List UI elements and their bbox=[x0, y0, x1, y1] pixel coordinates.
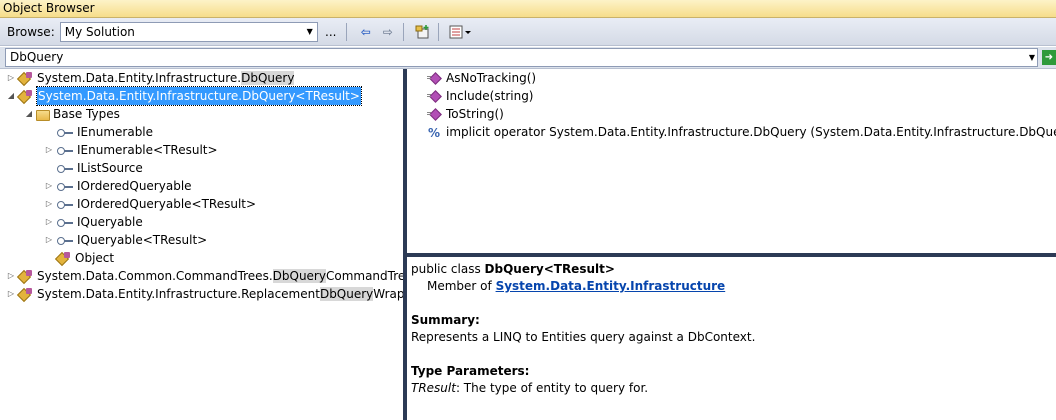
expand-arrow-icon[interactable]: ▷ bbox=[44, 213, 54, 231]
expand-arrow-icon[interactable]: ▷ bbox=[44, 195, 54, 213]
toolbar-separator bbox=[402, 22, 404, 41]
declaration-line: public class DbQuery<TResult> bbox=[411, 262, 615, 276]
class-icon bbox=[18, 88, 34, 104]
tree-node-label: System.Data.Entity.Infrastructure.DbQuer… bbox=[36, 86, 362, 106]
tree-node-dbquerycommandtree[interactable]: ▷ System.Data.Common.CommandTrees.DbQuer… bbox=[6, 267, 403, 285]
summary-label: Summary: bbox=[411, 313, 480, 327]
objects-tree: ▷ System.Data.Entity.Infrastructure.DbQu… bbox=[0, 69, 403, 420]
expand-arrow-icon[interactable]: ▷ bbox=[44, 177, 54, 195]
member-label: ToString() bbox=[446, 107, 504, 121]
toolbar: Browse: My Solution ▼ ... ⇦ ⇨ bbox=[0, 18, 1056, 46]
tree-node-iorderedqueryable[interactable]: ▷ IOrderedQueryable bbox=[44, 177, 192, 195]
method-icon bbox=[427, 89, 443, 103]
back-arrow-icon[interactable]: ⇦ bbox=[357, 22, 375, 42]
interface-icon bbox=[56, 178, 74, 194]
expand-arrow-icon[interactable]: ▷ bbox=[44, 141, 54, 159]
window-title: Object Browser bbox=[0, 0, 1056, 18]
add-to-references-icon[interactable] bbox=[414, 22, 432, 42]
type-params-label: Type Parameters: bbox=[411, 364, 530, 378]
tree-node-label: IQueryable bbox=[77, 215, 143, 229]
tree-node-ilistsource[interactable]: IListSource bbox=[44, 159, 143, 177]
search-go-button[interactable]: ➜ bbox=[1042, 50, 1056, 65]
forward-arrow-icon[interactable]: ⇨ bbox=[379, 22, 397, 42]
chevron-down-icon[interactable]: ▼ bbox=[303, 23, 317, 41]
browse-scope-value: My Solution bbox=[64, 24, 135, 39]
class-icon bbox=[18, 286, 34, 302]
tree-node-base-types[interactable]: ◢ Base Types bbox=[24, 105, 120, 123]
tree-node-label: Object bbox=[75, 251, 115, 265]
operator-icon bbox=[427, 124, 443, 142]
chevron-down-icon[interactable]: ▼ bbox=[1029, 49, 1035, 66]
tree-node-label: System.Data.Entity.Infrastructure.Replac… bbox=[37, 287, 403, 301]
member-of-line: Member of System.Data.Entity.Infrastruct… bbox=[427, 279, 726, 293]
browse-label: Browse: bbox=[7, 24, 55, 39]
tree-node-label: System.Data.Common.CommandTrees.DbQueryC… bbox=[37, 269, 403, 283]
member-label: AsNoTracking() bbox=[446, 71, 537, 85]
search-input[interactable]: DbQuery ▼ bbox=[5, 48, 1038, 67]
toolbar-separator bbox=[437, 22, 439, 41]
expand-arrow-icon[interactable]: ▷ bbox=[44, 231, 54, 249]
tree-node-iorderedqueryable-tresult[interactable]: ▷ IOrderedQueryable<TResult> bbox=[44, 195, 256, 213]
interface-icon bbox=[56, 142, 74, 158]
interface-icon bbox=[56, 196, 74, 212]
search-value: DbQuery bbox=[10, 50, 64, 64]
member-tostring[interactable]: ToString() bbox=[427, 105, 504, 123]
interface-icon bbox=[56, 214, 74, 230]
member-label: Include(string) bbox=[446, 89, 534, 103]
tree-node-label: System.Data.Entity.Infrastructure.DbQuer… bbox=[37, 71, 295, 85]
member-label: implicit operator System.Data.Entity.Inf… bbox=[446, 125, 1056, 139]
toolbar-separator bbox=[345, 22, 347, 41]
namespace-link[interactable]: System.Data.Entity.Infrastructure bbox=[496, 279, 726, 293]
tree-node-replacementdbquerywrapper[interactable]: ▷ System.Data.Entity.Infrastructure.Repl… bbox=[6, 285, 403, 303]
tree-node-ienumerable[interactable]: IEnumerable bbox=[44, 123, 153, 141]
members-list: AsNoTracking() Include(string) ToString(… bbox=[407, 69, 1056, 253]
tree-node-label: IEnumerable<TResult> bbox=[77, 143, 218, 157]
tree-node-label: IEnumerable bbox=[77, 125, 154, 139]
declaration-name: DbQuery<TResult> bbox=[484, 262, 615, 276]
class-icon bbox=[18, 268, 34, 284]
expand-arrow-icon[interactable]: ▷ bbox=[6, 69, 16, 87]
interface-icon bbox=[56, 160, 74, 176]
tree-node-object[interactable]: Object bbox=[44, 249, 114, 267]
view-settings-icon[interactable] bbox=[449, 22, 471, 42]
tree-node-iqueryable-tresult[interactable]: ▷ IQueryable<TResult> bbox=[44, 231, 207, 249]
folder-icon bbox=[36, 109, 50, 121]
tree-node-iqueryable[interactable]: ▷ IQueryable bbox=[44, 213, 143, 231]
tree-node-label: Base Types bbox=[53, 107, 120, 121]
search-row: DbQuery ▼ ➜ bbox=[0, 47, 1056, 69]
member-asnotracking[interactable]: AsNoTracking() bbox=[427, 69, 536, 87]
tree-node-label: IListSource bbox=[77, 161, 143, 175]
class-icon bbox=[56, 250, 72, 266]
interface-icon bbox=[56, 232, 74, 248]
expand-arrow-icon[interactable]: ▷ bbox=[6, 267, 16, 285]
collapse-arrow-icon[interactable]: ◢ bbox=[6, 87, 16, 105]
tree-node-label: IOrderedQueryable<TResult> bbox=[77, 197, 257, 211]
customize-button[interactable]: ... bbox=[322, 22, 340, 42]
expand-arrow-icon[interactable]: ▷ bbox=[6, 285, 16, 303]
tree-node-dbquery-tresult[interactable]: ◢ System.Data.Entity.Infrastructure.DbQu… bbox=[6, 86, 362, 106]
tree-node-dbquery[interactable]: ▷ System.Data.Entity.Infrastructure.DbQu… bbox=[6, 69, 295, 87]
browse-scope-select[interactable]: My Solution ▼ bbox=[59, 21, 318, 42]
member-implicit-operator[interactable]: implicit operator System.Data.Entity.Inf… bbox=[427, 123, 1056, 142]
method-icon bbox=[427, 71, 443, 85]
type-param-line: TResult: The type of entity to query for… bbox=[411, 381, 649, 395]
member-include[interactable]: Include(string) bbox=[427, 87, 534, 105]
interface-icon bbox=[56, 124, 74, 140]
class-icon bbox=[18, 70, 34, 86]
tree-node-label: IQueryable<TResult> bbox=[77, 233, 208, 247]
method-icon bbox=[427, 107, 443, 121]
tree-node-ienumerable-tresult[interactable]: ▷ IEnumerable<TResult> bbox=[44, 141, 218, 159]
collapse-arrow-icon[interactable]: ◢ bbox=[24, 105, 34, 123]
summary-text: Represents a LINQ to Entities query agai… bbox=[411, 330, 756, 344]
description-pane: public class DbQuery<TResult> Member of … bbox=[407, 257, 1056, 420]
tree-node-label: IOrderedQueryable bbox=[77, 179, 192, 193]
